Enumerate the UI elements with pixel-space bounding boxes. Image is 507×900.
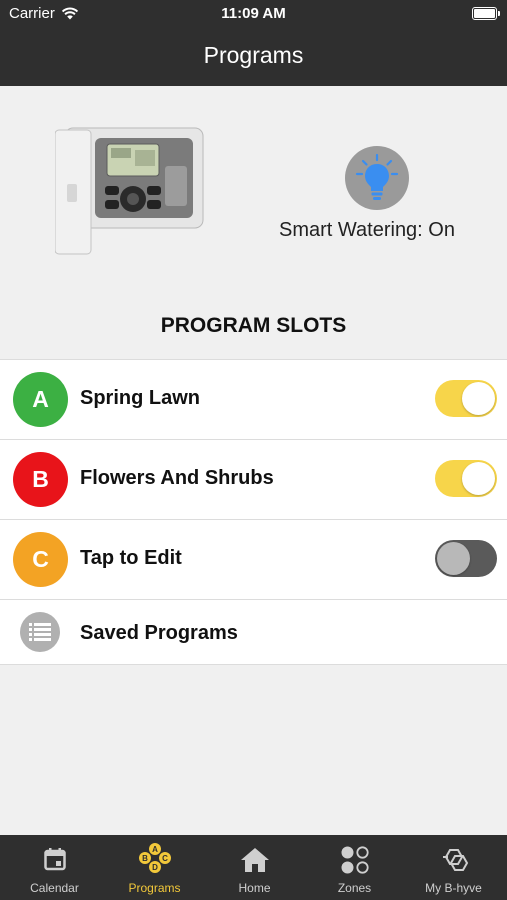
smart-watering-status: Smart Watering: On [279, 219, 455, 241]
status-bar: Carrier 11:09 AM [0, 0, 507, 28]
tab-label: Home [238, 881, 271, 895]
tab-label: Zones [337, 881, 372, 895]
smart-watering-toggle[interactable] [345, 146, 409, 210]
program-name: Spring Lawn [80, 387, 200, 409]
toggle-knob [462, 382, 495, 415]
status-time: 11:09 AM [221, 5, 286, 22]
toggle-knob [462, 462, 495, 495]
tab-programs[interactable]: AB CD Programs [104, 835, 205, 900]
calendar-icon [43, 848, 66, 871]
toggle-knob [437, 542, 470, 575]
svg-text:A: A [152, 845, 158, 854]
svg-text:D: D [152, 863, 158, 872]
program-letter-a: A [13, 372, 68, 427]
program-slots-heading: PROGRAM SLOTS [160, 314, 347, 337]
program-letter-b: B [13, 452, 68, 507]
program-row-a[interactable]: A Spring Lawn [0, 360, 507, 440]
program-c-toggle[interactable] [435, 540, 497, 577]
program-a-toggle[interactable] [435, 380, 497, 417]
top-bar: Carrier 11:09 AM Programs [0, 0, 507, 86]
program-name: Flowers And Shrubs [80, 467, 274, 489]
tab-label: Calendar [30, 881, 79, 895]
program-list: A Spring Lawn B Flowers And Shrubs C Tap… [0, 359, 507, 665]
svg-text:C: C [162, 854, 168, 863]
saved-programs-label: Saved Programs [80, 622, 238, 644]
controller-hero: Smart Watering: On [0, 86, 507, 296]
tab-bar: Calendar AB CD Programs Home Zones My B-h… [0, 835, 507, 900]
lightbulb-icon [355, 153, 399, 200]
tab-zones[interactable]: Zones [304, 835, 405, 900]
program-letter-c: C [13, 532, 68, 587]
home-icon [240, 848, 269, 872]
program-row-b[interactable]: B Flowers And Shrubs [0, 440, 507, 520]
tab-home[interactable]: Home [204, 835, 305, 900]
tab-label: Programs [128, 881, 181, 895]
programs-icon: AB CD [138, 843, 171, 873]
zones-icon [341, 846, 369, 874]
program-b-toggle[interactable] [435, 460, 497, 497]
saved-programs-row[interactable]: Saved Programs [0, 600, 507, 665]
program-row-c[interactable]: C Tap to Edit [0, 520, 507, 600]
program-name: Tap to Edit [80, 547, 182, 569]
tab-calendar[interactable]: Calendar [4, 835, 105, 900]
page-title: Programs [203, 42, 304, 68]
svg-text:B: B [142, 854, 148, 863]
tab-my-b-hyve[interactable]: My B-hyve [403, 835, 504, 900]
list-icon [20, 612, 60, 652]
b-hyve-icon [442, 849, 468, 871]
controller-device-image [55, 127, 204, 255]
tab-label: My B-hyve [425, 881, 482, 895]
battery-icon [472, 7, 500, 20]
